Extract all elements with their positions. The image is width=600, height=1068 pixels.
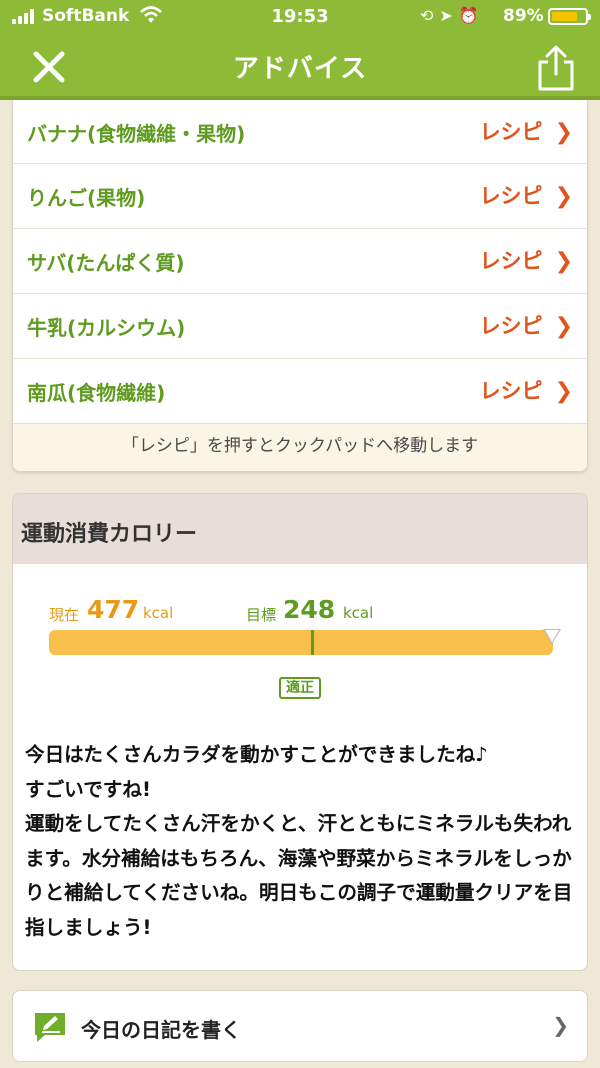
exercise-calorie-card: 運動消費カロリー 現在 477 kcal 目標 248 kcal 適正 今日はた… — [12, 493, 588, 971]
battery-percent: 89% — [503, 6, 544, 26]
chevron-right-icon: ❯ — [554, 249, 573, 274]
recipe-link[interactable]: レシピ ❯ — [480, 375, 573, 405]
recipe-link-label: レシピ — [479, 120, 543, 144]
recipe-note: 「レシピ」を押すとクックパッドへ移動します — [13, 424, 587, 471]
battery-icon — [548, 8, 591, 25]
diary-label: 今日の日記を書く — [81, 1018, 241, 1042]
current-value: 477 — [87, 595, 140, 624]
chevron-right-icon: ❯ — [554, 184, 573, 209]
food-name: バナナ(食物繊維・果物) — [27, 122, 246, 146]
recipe-link[interactable]: レシピ ❯ — [480, 180, 573, 210]
recipe-row[interactable]: サバ(たんぱく質) レシピ ❯ — [13, 229, 587, 294]
recipe-link[interactable]: レシピ ❯ — [480, 116, 573, 146]
recipe-list-card: バナナ(食物繊維・果物) レシピ ❯ りんご(果物) レシピ ❯ サバ(たんぱく質)… — [12, 100, 588, 472]
recipe-row[interactable]: バナナ(食物繊維・果物) レシピ ❯ — [13, 100, 587, 164]
pencil-note-icon — [35, 1013, 65, 1042]
recipe-link-label: レシピ — [479, 379, 543, 403]
recipe-link-label: レシピ — [479, 184, 543, 208]
target-label: 目標 — [246, 606, 277, 624]
write-diary-button[interactable]: 今日の日記を書く ❯ — [12, 990, 588, 1062]
max-indicator-fill — [545, 630, 559, 642]
chevron-right-icon: ❯ — [554, 379, 573, 404]
recipe-link[interactable]: レシピ ❯ — [480, 245, 573, 275]
food-name: 南瓜(食物繊維) — [27, 381, 166, 405]
app-header: SoftBank 19:53 ⟲➤⏰ 89% アドバイス — [0, 0, 600, 100]
target-unit: kcal — [343, 604, 374, 622]
share-icon[interactable] — [534, 44, 578, 92]
chevron-right-icon: ❯ — [554, 120, 573, 145]
page-title: アドバイス — [232, 54, 368, 84]
current-label: 現在 — [49, 606, 80, 624]
recipe-row[interactable]: りんご(果物) レシピ ❯ — [13, 164, 587, 229]
recipe-row[interactable]: 南瓜(食物繊維) レシピ ❯ — [13, 359, 587, 424]
status-badge: 適正 — [279, 677, 321, 699]
food-name: りんご(果物) — [27, 186, 146, 210]
food-name: 牛乳(カルシウム) — [27, 316, 186, 340]
recipe-link[interactable]: レシピ ❯ — [480, 310, 573, 340]
orientation-lock-icon: ⟲ — [420, 6, 440, 25]
target-value: 248 — [283, 595, 336, 624]
recipe-link-label: レシピ — [479, 314, 543, 338]
status-bar: SoftBank 19:53 ⟲➤⏰ 89% — [0, 0, 600, 34]
current-unit: kcal — [143, 604, 174, 622]
recipe-row[interactable]: 牛乳(カルシウム) レシピ ❯ — [13, 294, 587, 359]
food-name: サバ(たんぱく質) — [27, 251, 185, 275]
location-icon: ➤ — [439, 6, 459, 25]
recipe-link-label: レシピ — [479, 249, 543, 273]
calorie-bar — [49, 630, 553, 655]
calorie-gauge: 現在 477 kcal 目標 248 kcal 適正 — [13, 564, 587, 714]
section-header: 運動消費カロリー — [13, 494, 587, 564]
status-icons: ⟲➤⏰ — [420, 6, 485, 25]
chevron-right-icon: ❯ — [552, 1013, 569, 1037]
section-title: 運動消費カロリー — [21, 522, 198, 547]
target-marker — [311, 630, 314, 655]
chevron-right-icon: ❯ — [554, 314, 573, 339]
alarm-icon: ⏰ — [458, 6, 485, 25]
advice-message: 今日はたくさんカラダを動かすことができましたね♪ すごいですね! 運動をしてたく… — [25, 743, 573, 939]
